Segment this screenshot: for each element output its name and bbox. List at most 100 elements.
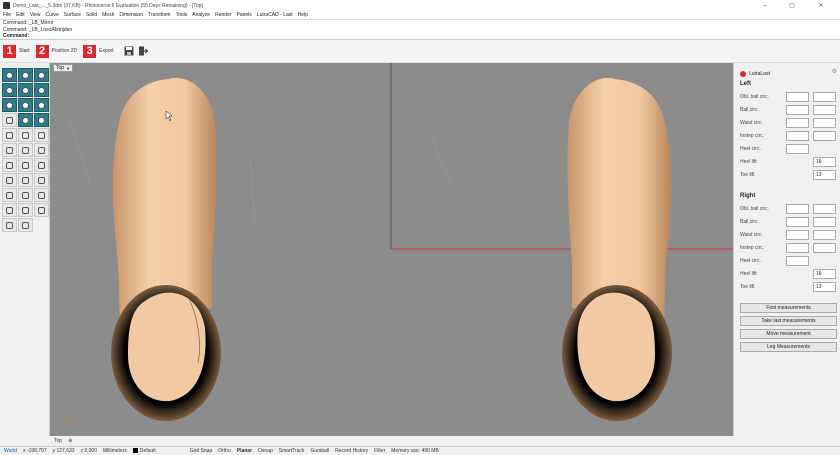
- planar-toggle[interactable]: Planar: [237, 448, 252, 454]
- left-heel-lift-input[interactable]: 16: [813, 156, 836, 167]
- left-waist-input-1[interactable]: [786, 117, 809, 128]
- right-toe-lift-input[interactable]: 13: [813, 281, 836, 292]
- right-waist-input-1[interactable]: [786, 229, 809, 240]
- left-instep-input-2[interactable]: [813, 130, 836, 141]
- wave-tool-icon[interactable]: [2, 203, 17, 217]
- left-ball-input-1[interactable]: [786, 104, 809, 115]
- field-label: Instep circ.: [740, 244, 765, 251]
- grid-tool-icon[interactable]: [18, 218, 33, 232]
- step-export-button[interactable]: 3 Export: [83, 44, 114, 58]
- save-icon[interactable]: [124, 46, 134, 56]
- right-waist-input-2[interactable]: [813, 229, 836, 240]
- scale-tool-icon[interactable]: [34, 143, 49, 157]
- left-waist-input-2[interactable]: [813, 117, 836, 128]
- foot-side-tool-icon[interactable]: [18, 68, 33, 82]
- top-viewport[interactable]: Top ▼: [50, 63, 733, 436]
- command-prompt-input[interactable]: Command:: [3, 33, 840, 40]
- take-last-measurements-button[interactable]: Take last measurements: [740, 316, 837, 326]
- maximize-button[interactable]: ▢: [781, 0, 803, 11]
- menu-surface[interactable]: Surface: [64, 12, 81, 18]
- measure-tool-icon[interactable]: [18, 188, 33, 202]
- close-button[interactable]: ✕: [810, 0, 832, 11]
- foot-measurements-button[interactable]: Foot measurements: [740, 303, 837, 313]
- align-tool-icon[interactable]: [18, 128, 33, 142]
- shoe-profile-tool-icon[interactable]: [2, 83, 17, 97]
- menu-panels[interactable]: Panels: [237, 12, 252, 18]
- gear-icon[interactable]: ⚙: [832, 68, 837, 75]
- image-tool-icon[interactable]: [34, 98, 49, 112]
- menu-view[interactable]: View: [30, 12, 41, 18]
- cross-tool-icon[interactable]: [34, 128, 49, 142]
- left-last-model[interactable]: [111, 77, 221, 421]
- last-right-tool-icon[interactable]: [34, 113, 49, 127]
- boot-outline-tool-icon[interactable]: [2, 218, 17, 232]
- filter-toggle[interactable]: Filter: [374, 448, 385, 454]
- menu-help[interactable]: Help: [298, 12, 308, 18]
- shield-tool-icon[interactable]: [34, 203, 49, 217]
- tab-top[interactable]: Top: [54, 438, 62, 444]
- right-ball-input-1[interactable]: [786, 216, 809, 227]
- right-heel-lift-input[interactable]: 16: [813, 268, 836, 279]
- shoe-outline-tool-icon[interactable]: [18, 203, 33, 217]
- footprint-tool-icon[interactable]: [2, 113, 17, 127]
- menu-lutracad-last[interactable]: LutraCAD - Last: [257, 12, 293, 18]
- shoe-side-tool-icon[interactable]: [18, 98, 33, 112]
- menu-analyze[interactable]: Analyze: [192, 12, 210, 18]
- right-obl-ball-input-2[interactable]: [813, 203, 836, 214]
- step-position-button[interactable]: 2 Position 2D: [35, 44, 77, 58]
- menu-render[interactable]: Render: [215, 12, 231, 18]
- right-last-model[interactable]: [562, 77, 672, 421]
- right-obl-ball-input-1[interactable]: [786, 203, 809, 214]
- lasso-tool-icon[interactable]: [2, 143, 17, 157]
- move-measurement-button[interactable]: Move measurement: [740, 329, 837, 339]
- record-history-toggle[interactable]: Record History: [335, 448, 368, 454]
- ortho-toggle[interactable]: Ortho: [218, 448, 231, 454]
- left-instep-input-1[interactable]: [786, 130, 809, 141]
- step-start-button[interactable]: 1 Start: [3, 44, 30, 58]
- cplane-indicator[interactable]: World: [4, 448, 17, 454]
- toe-spring-tool-icon[interactable]: [2, 173, 17, 187]
- rotate-tool-icon[interactable]: [2, 128, 17, 142]
- right-instep-input-1[interactable]: [786, 242, 809, 253]
- sole-tool-icon[interactable]: [34, 83, 49, 97]
- viewport-title[interactable]: Top ▼: [53, 64, 74, 72]
- layer-indicator[interactable]: Default: [132, 448, 156, 454]
- menu-tools[interactable]: Tools: [176, 12, 188, 18]
- left-heel-input[interactable]: [786, 143, 809, 154]
- boot-tool-icon[interactable]: [2, 98, 17, 112]
- right-ball-input-2[interactable]: [813, 216, 836, 227]
- smarttrack-toggle[interactable]: SmartTrack: [279, 448, 305, 454]
- add-viewport-icon[interactable]: ⊕: [68, 438, 72, 444]
- bracket-tool-icon[interactable]: [34, 158, 49, 172]
- left-obl-ball-input-2[interactable]: [813, 91, 836, 102]
- left-ball-input-2[interactable]: [813, 104, 836, 115]
- exit-icon[interactable]: [138, 46, 148, 56]
- rectangle-tool-icon[interactable]: [18, 158, 33, 172]
- right-instep-input-2[interactable]: [813, 242, 836, 253]
- menu-mesh[interactable]: Mesh: [102, 12, 114, 18]
- last-left-tool-icon[interactable]: [18, 113, 33, 127]
- box-tool-icon[interactable]: [2, 158, 17, 172]
- foot-top-tool-icon[interactable]: [34, 68, 49, 82]
- osnap-toggle[interactable]: Osnap: [258, 448, 273, 454]
- menu-dimension[interactable]: Dimension: [119, 12, 143, 18]
- target-tool-icon[interactable]: [2, 188, 17, 202]
- grid-snap-toggle[interactable]: Grid Snap: [190, 448, 213, 454]
- left-toe-lift-input[interactable]: 13: [813, 169, 836, 180]
- gumball-toggle[interactable]: Gumball: [310, 448, 329, 454]
- split-tool-icon[interactable]: [34, 188, 49, 202]
- refresh-tool-icon[interactable]: [18, 143, 33, 157]
- menu-edit[interactable]: Edit: [16, 12, 25, 18]
- right-heel-input[interactable]: [786, 255, 809, 266]
- heel-tool-icon[interactable]: [18, 83, 33, 97]
- menu-file[interactable]: File: [3, 12, 11, 18]
- sole-line-tool-icon[interactable]: [34, 173, 49, 187]
- menu-solid[interactable]: Solid: [86, 12, 97, 18]
- menu-curve[interactable]: Curve: [45, 12, 58, 18]
- minimize-button[interactable]: –: [754, 0, 776, 11]
- menu-transform[interactable]: Transform: [148, 12, 171, 18]
- heel-height-tool-icon[interactable]: [18, 173, 33, 187]
- left-obl-ball-input-1[interactable]: [786, 91, 809, 102]
- foot-scan-tool-icon[interactable]: [2, 68, 17, 82]
- leg-measurements-button[interactable]: Leg Measurements: [740, 342, 837, 352]
